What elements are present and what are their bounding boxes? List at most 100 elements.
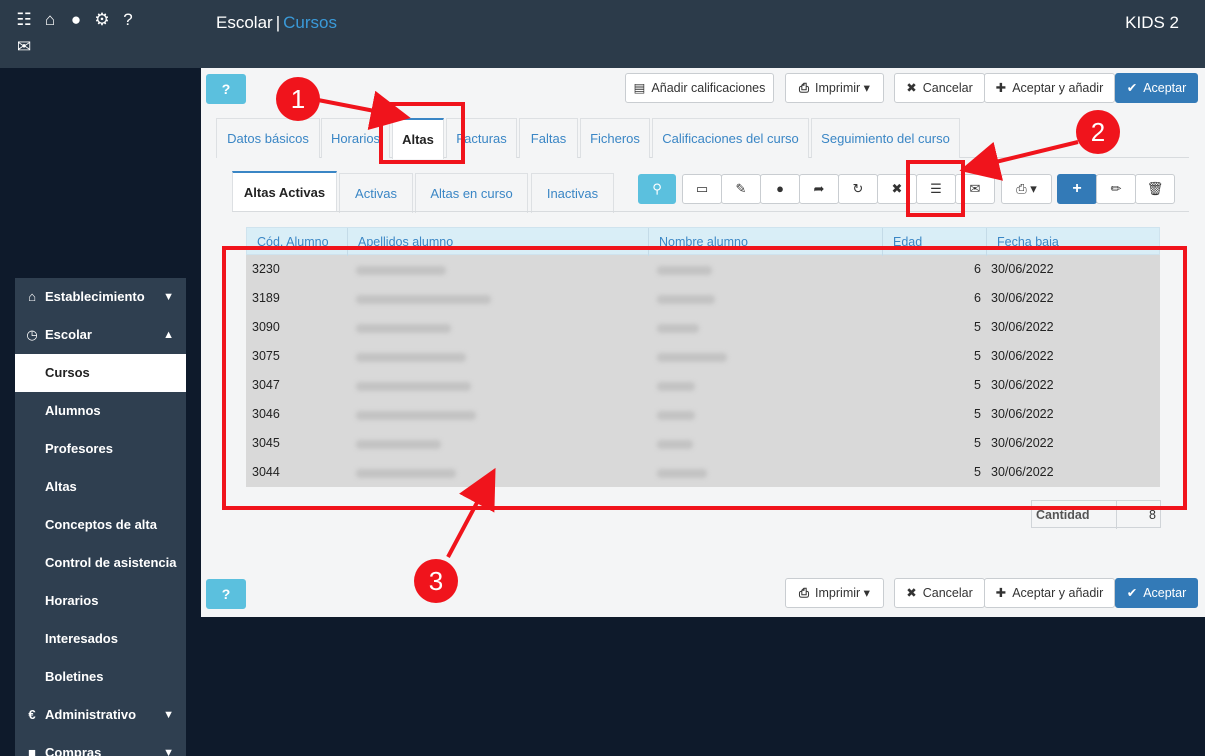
printer-icon: ⎙: [1016, 181, 1027, 196]
chevron-up-icon: ▲: [163, 329, 174, 341]
user-icon[interactable]: ●: [66, 10, 86, 30]
plus-icon: ✚: [995, 586, 1007, 600]
caret-down-icon: ▾: [863, 81, 870, 95]
help-icon[interactable]: ?: [118, 10, 138, 30]
help-button[interactable]: ?: [206, 74, 246, 104]
home-icon: ⌂: [28, 289, 36, 304]
top-icons: ☷ ⌂ ● ⚙? ✉: [14, 10, 174, 56]
trash-icon: 🗑: [1146, 181, 1164, 196]
plus-icon: +: [1072, 180, 1082, 197]
cancel-button-bottom[interactable]: ✖ Cancelar: [894, 578, 985, 608]
tab-faltas[interactable]: Faltas: [519, 118, 578, 158]
subtab-activas[interactable]: Activas: [339, 173, 413, 213]
money-button[interactable]: ▭: [682, 174, 722, 204]
sidebar-item-alumnos[interactable]: Alumnos: [15, 392, 186, 430]
sidebar-item-altas[interactable]: Altas: [15, 468, 186, 506]
breadcrumb-section[interactable]: Cursos: [283, 13, 337, 32]
print-label: Imprimir: [815, 81, 861, 95]
accept-and-add-button-bottom[interactable]: ✚ Aceptar y añadir: [984, 578, 1115, 608]
sidebar-item-label: Altas: [45, 479, 77, 494]
clock-icon: ◷: [26, 327, 38, 342]
search-icon: ⚲: [652, 181, 662, 196]
plus-icon: ✚: [995, 81, 1007, 95]
gear-icon[interactable]: ⚙: [92, 10, 112, 30]
add-button[interactable]: +: [1057, 174, 1097, 204]
sidebar-item-horarios[interactable]: Horarios: [15, 582, 186, 620]
accept-button[interactable]: ✔ Aceptar: [1115, 73, 1198, 103]
caret-down-icon: ▾: [1030, 181, 1037, 196]
home-icon[interactable]: ⌂: [40, 10, 60, 30]
search-button[interactable]: ⚲: [638, 174, 676, 204]
sidebar-item-conceptos-de-alta[interactable]: Conceptos de alta: [15, 506, 186, 544]
check-icon: ✔: [1126, 81, 1138, 95]
tab-ficheros[interactable]: Ficheros: [580, 118, 650, 158]
subtab-inactivas[interactable]: Inactivas: [531, 173, 614, 213]
tab-seguimiento-del-curso[interactable]: Seguimiento del curso: [811, 118, 960, 158]
accept-label: Aceptar: [1143, 586, 1187, 600]
help-button-bottom[interactable]: ?: [206, 579, 246, 609]
company-name: KIDS 2: [1125, 13, 1179, 32]
edit-note-button[interactable]: ✎: [721, 174, 761, 204]
print-dropdown-button[interactable]: ⎙ Imprimir ▾: [785, 73, 884, 103]
sidebar-item-establecimiento[interactable]: ⌂ Establecimiento ▼: [15, 278, 186, 316]
chat-icon[interactable]: ✉: [14, 37, 34, 57]
sidebar-item-label: Cursos: [45, 365, 90, 380]
chevron-down-icon: ▼: [163, 747, 174, 756]
list-icon[interactable]: ☷: [14, 10, 34, 30]
sidebar-item-profesores[interactable]: Profesores: [15, 430, 186, 468]
accept-and-add-label: Aceptar y añadir: [1012, 81, 1104, 95]
annotation-number-2: 2: [1076, 110, 1120, 154]
list-alt-icon: ▤: [633, 81, 646, 95]
user-icon: ●: [776, 181, 784, 196]
refresh-icon: ↻: [852, 181, 864, 196]
tab-calificaciones-del-curso[interactable]: Calificaciones del curso: [652, 118, 809, 158]
caret-down-icon: ▾: [863, 586, 870, 600]
printer-icon: ⎙: [799, 586, 810, 600]
close-icon: ✖: [891, 181, 903, 196]
close-icon: ✖: [906, 586, 917, 600]
subtab-altas-en-curso[interactable]: Altas en curso: [415, 173, 528, 213]
sidebar-item-label: Profesores: [45, 441, 113, 456]
envelope-icon: ✉: [969, 181, 981, 196]
sidebar-item-label: Conceptos de alta: [45, 517, 157, 532]
tab-datos-basicos[interactable]: Datos básicos: [216, 118, 320, 158]
annotation-box-3: [222, 246, 1187, 510]
sidebar-item-administrativo[interactable]: € Administrativo ▼: [15, 696, 186, 734]
sidebar-item-label: Establecimiento: [45, 289, 145, 304]
euro-icon: €: [28, 707, 36, 722]
accept-button-bottom[interactable]: ✔ Aceptar: [1115, 578, 1198, 608]
sidebar: ⌂ Establecimiento ▼ ◷ Escolar ▲ Cursos A…: [15, 278, 186, 756]
forward-button[interactable]: ➦: [799, 174, 839, 204]
edit-button[interactable]: ✏: [1096, 174, 1136, 204]
accept-and-add-label: Aceptar y añadir: [1012, 586, 1104, 600]
sidebar-item-cursos[interactable]: Cursos: [15, 354, 186, 392]
cancel-button[interactable]: ✖ Cancelar: [894, 73, 985, 103]
student-button[interactable]: ●: [760, 174, 800, 204]
accept-label: Aceptar: [1143, 81, 1187, 95]
chevron-down-icon: ▼: [163, 291, 174, 303]
delete-button[interactable]: 🗑: [1135, 174, 1175, 204]
print-label: Imprimir: [815, 586, 861, 600]
sidebar-item-label: Control de asistencia: [45, 555, 177, 570]
subtab-altas-activas[interactable]: Altas Activas: [232, 171, 337, 212]
share-icon: ➦: [813, 181, 825, 196]
sidebar-item-interesados[interactable]: Interesados: [15, 620, 186, 658]
cancel-label: Cancelar: [922, 586, 973, 600]
add-grades-button[interactable]: ▤ Añadir calificaciones: [625, 73, 774, 103]
edit-note-icon: ✎: [735, 181, 747, 196]
sidebar-item-label: Compras: [45, 745, 102, 756]
annotation-box-1: [379, 102, 465, 164]
sidebar-item-label: Horarios: [45, 593, 99, 608]
main-tabs: Datos básicos Horarios Altas Facturas Fa…: [216, 118, 1189, 159]
subtabs-divider: [232, 211, 1189, 212]
annotation-number-3: 3: [414, 559, 458, 603]
sidebar-item-boletines[interactable]: Boletines: [15, 658, 186, 696]
sidebar-item-escolar[interactable]: ◷ Escolar ▲: [15, 316, 186, 354]
accept-and-add-button[interactable]: ✚ Aceptar y añadir: [984, 73, 1115, 103]
sidebar-item-label: Alumnos: [45, 403, 101, 418]
sidebar-item-compras[interactable]: ■ Compras ▼: [15, 734, 186, 756]
print-dropdown-button-bottom[interactable]: ⎙ Imprimir ▾: [785, 578, 884, 608]
print-menu-button[interactable]: ⎙ ▾: [1001, 174, 1052, 204]
sidebar-item-control-de-asistencia[interactable]: Control de asistencia: [15, 544, 186, 582]
refresh-button[interactable]: ↻: [838, 174, 878, 204]
